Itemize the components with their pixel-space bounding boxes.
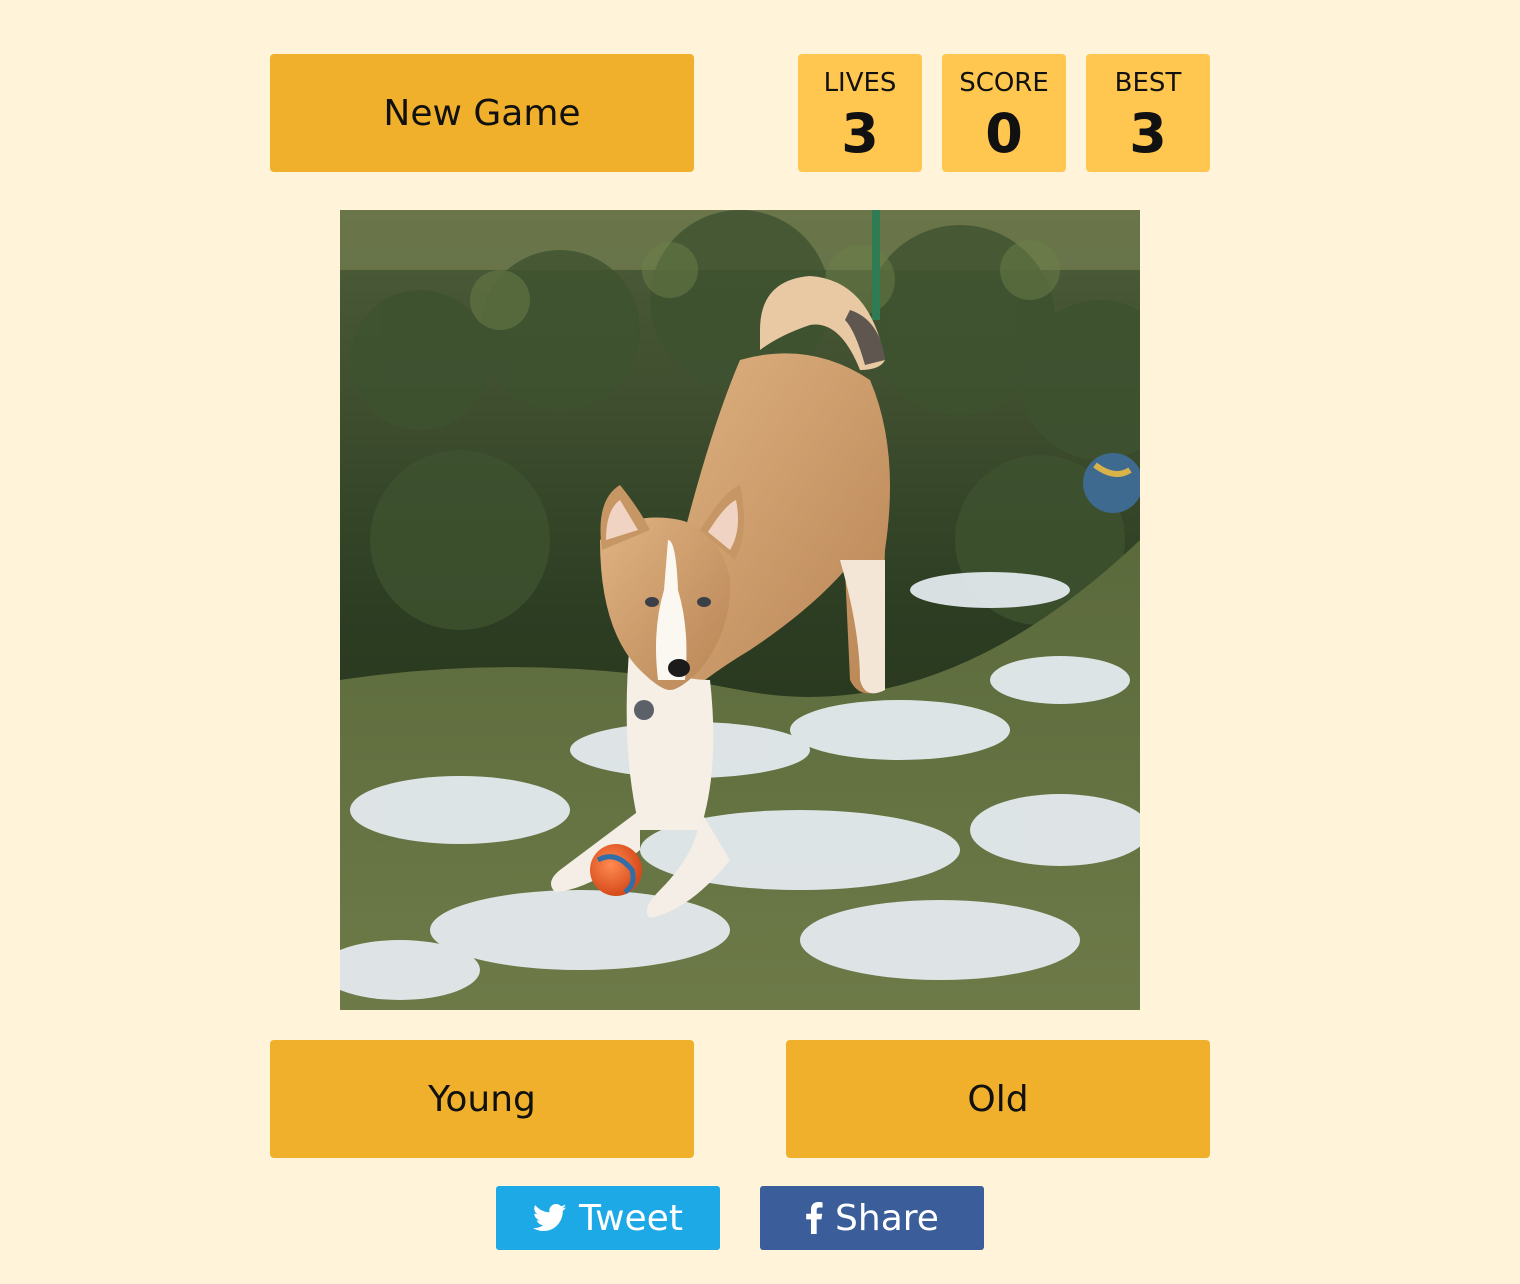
best-label: BEST — [1114, 68, 1182, 98]
share-button[interactable]: Share — [760, 1186, 984, 1250]
tweet-button[interactable]: Tweet — [496, 1186, 720, 1250]
best-value: 3 — [1129, 102, 1167, 165]
tweet-label: Tweet — [579, 1197, 683, 1239]
twitter-bird-icon — [533, 1203, 567, 1233]
young-button[interactable]: Young — [270, 1040, 694, 1158]
score-value: 0 — [985, 102, 1023, 165]
new-game-button[interactable]: New Game — [270, 54, 694, 172]
facebook-f-icon — [805, 1202, 823, 1234]
lives-value: 3 — [841, 102, 879, 165]
lives-label: LIVES — [823, 68, 897, 98]
score-label: SCORE — [959, 68, 1049, 98]
old-button[interactable]: Old — [786, 1040, 1210, 1158]
share-label: Share — [835, 1197, 939, 1239]
score-counter: SCORE 0 — [942, 54, 1066, 172]
best-counter: BEST 3 — [1086, 54, 1210, 172]
dog-photo — [340, 210, 1140, 1010]
lives-counter: LIVES 3 — [798, 54, 922, 172]
